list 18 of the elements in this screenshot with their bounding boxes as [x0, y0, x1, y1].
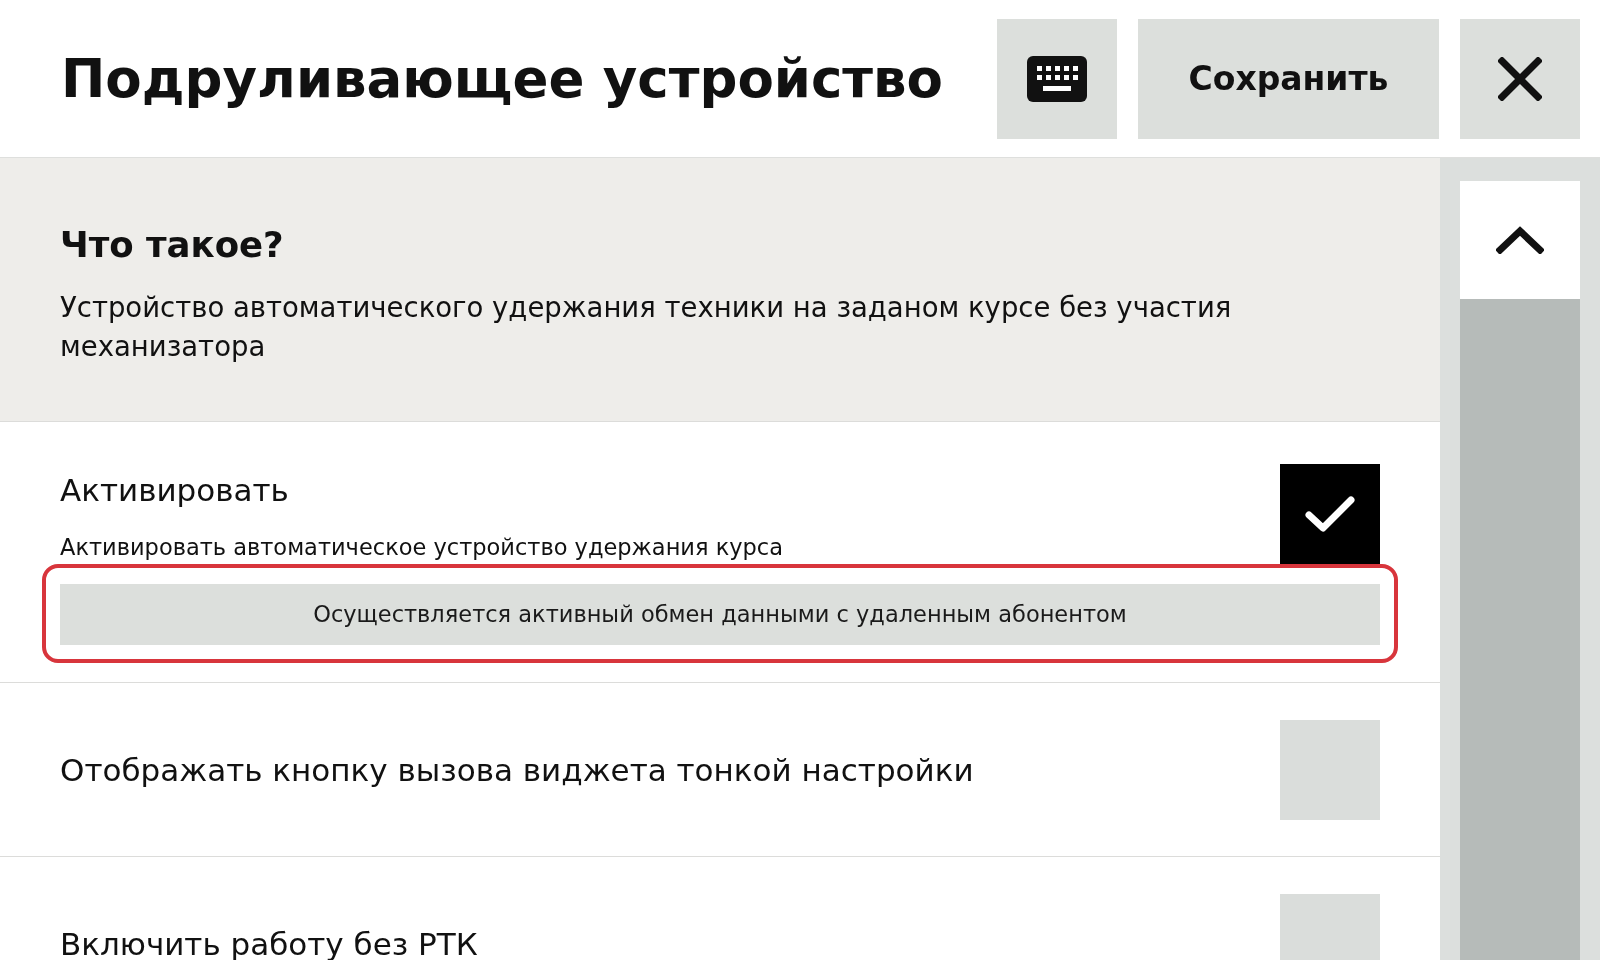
- checkmark-icon: [1304, 495, 1356, 533]
- close-icon: [1498, 56, 1542, 101]
- close-button[interactable]: [1460, 18, 1580, 139]
- keyboard-button[interactable]: [997, 18, 1117, 139]
- chevron-up-icon: [1496, 226, 1544, 254]
- setting-label: Отображать кнопку вызова виджета тонкой настройки: [60, 751, 974, 788]
- scrollbar-thumb[interactable]: [1460, 299, 1580, 960]
- info-text: Устройство автоматического удержания техники на заданом курсе без участия механизатора: [60, 290, 1233, 364]
- status-banner: Осуществляется активный обмен данными с удаленным абонентом: [60, 584, 1380, 645]
- checkbox[interactable]: [1280, 719, 1380, 820]
- save-button[interactable]: Сохранить: [1138, 18, 1439, 139]
- page-title: Подруливающее устройство: [61, 46, 944, 111]
- info-title: Что такое?: [60, 224, 284, 266]
- setting-description: Активировать автоматическое устройство удержания курса: [60, 533, 784, 562]
- checkbox[interactable]: [1280, 464, 1380, 564]
- setting-label: Активировать: [60, 471, 289, 510]
- keyboard-icon: [1027, 55, 1087, 102]
- scroll-up-button[interactable]: [1460, 181, 1580, 299]
